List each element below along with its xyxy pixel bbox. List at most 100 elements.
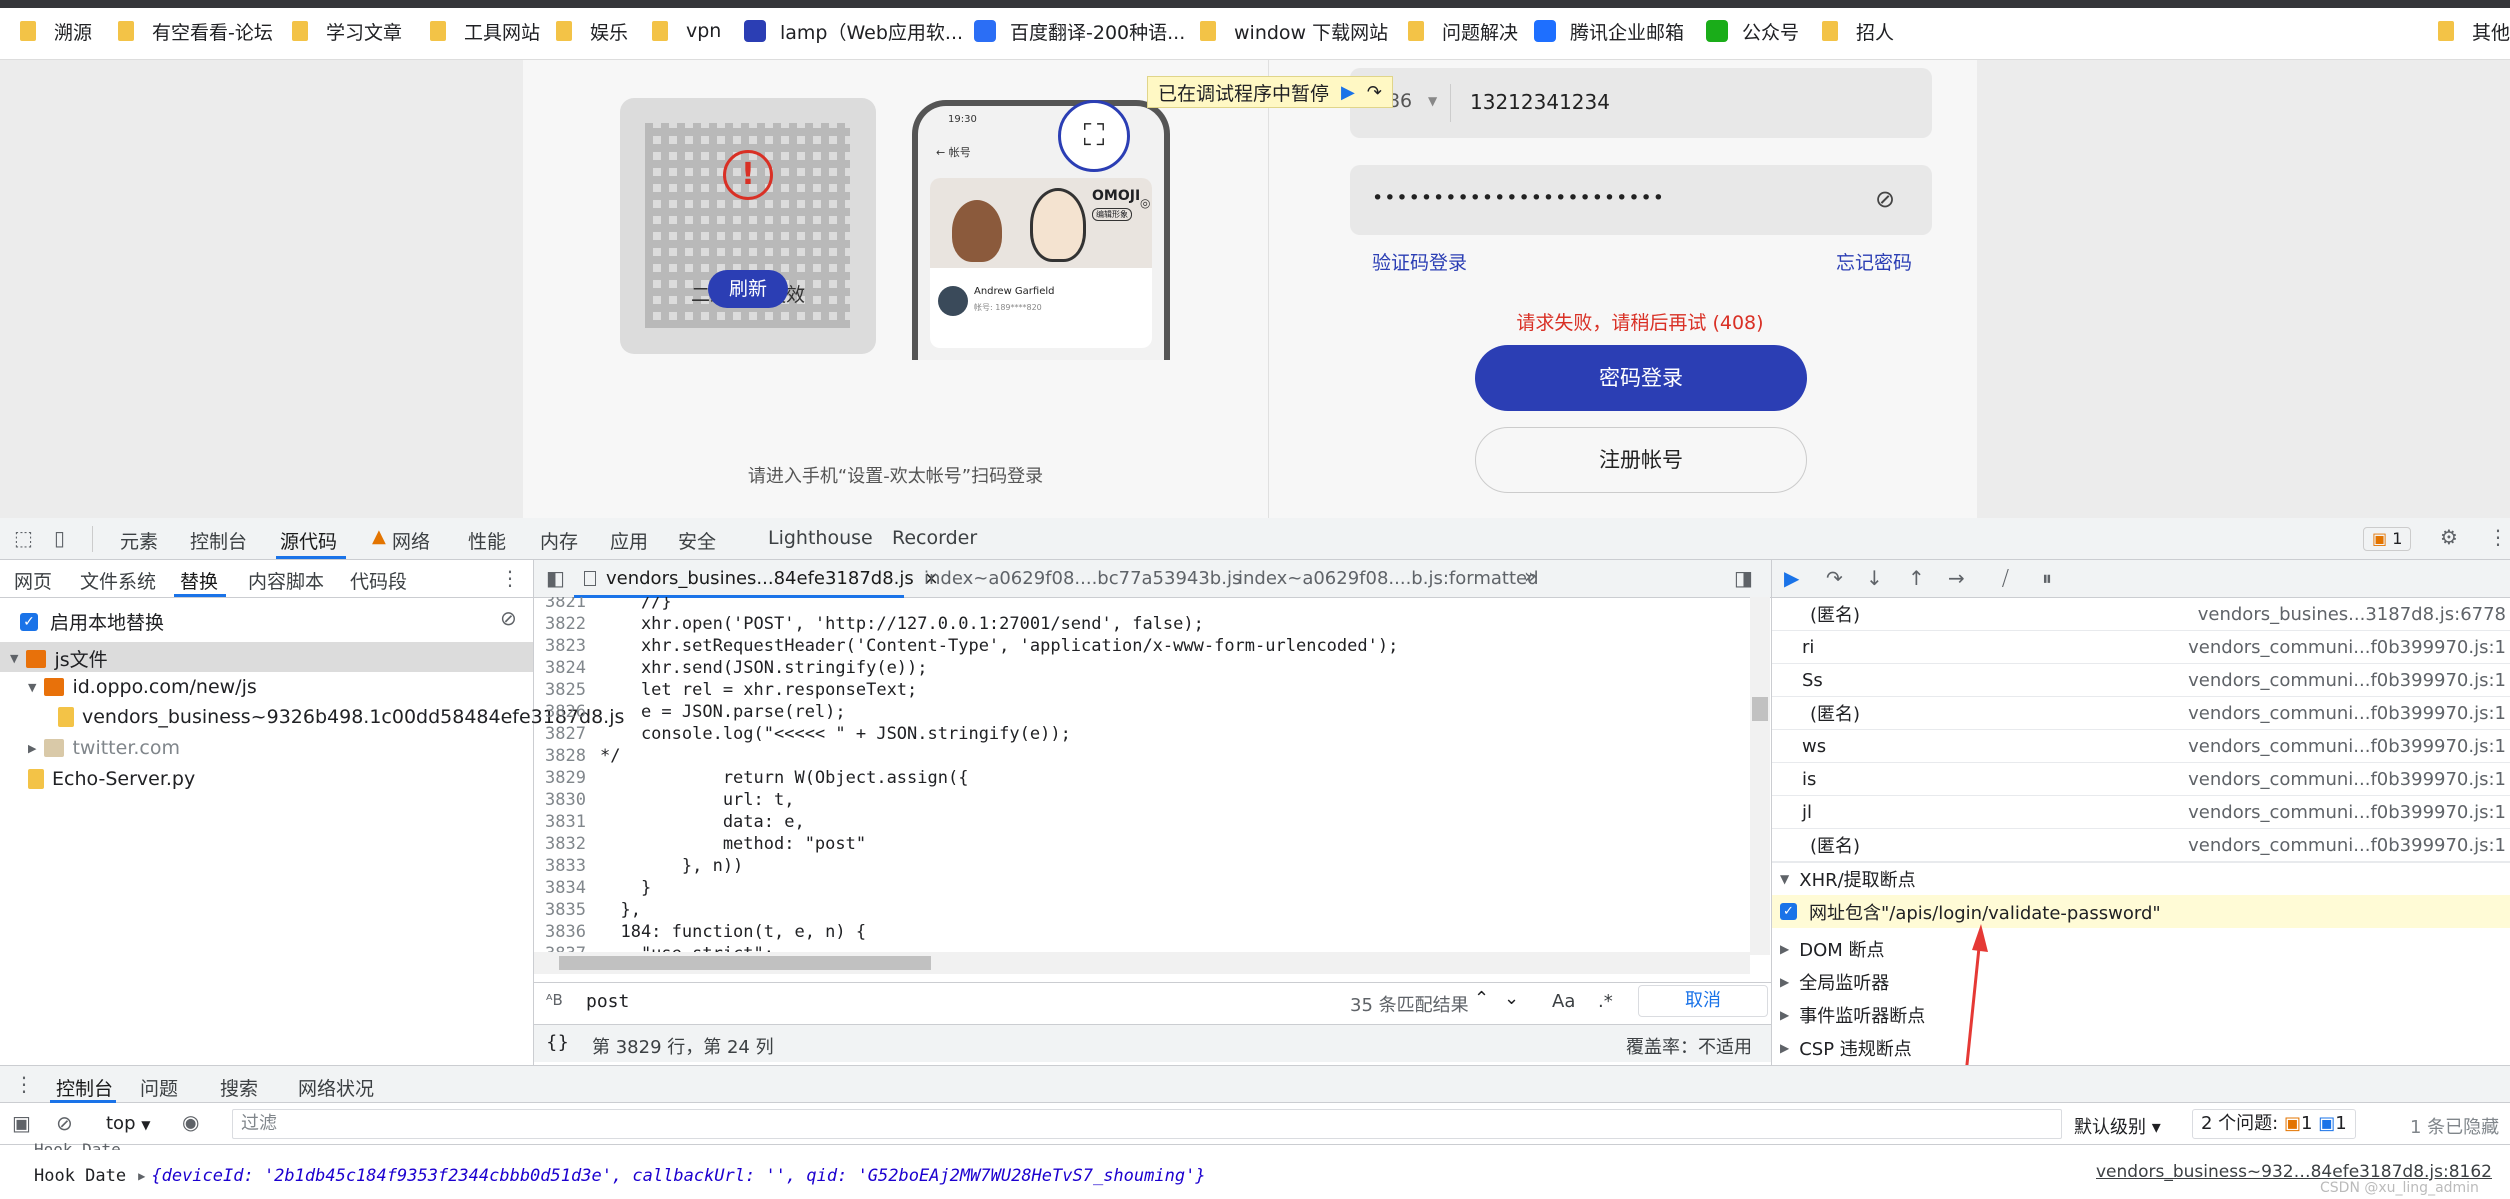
chevron-down-icon[interactable]: ⌄ bbox=[1504, 988, 1519, 1009]
navigator-tab-0[interactable]: 网页 bbox=[14, 567, 52, 594]
call-frame[interactable]: ri vendors_communi...f0b399970.js:1 bbox=[1772, 631, 2510, 664]
drawer-tab-2[interactable]: 搜索 bbox=[220, 1074, 258, 1101]
device-toggle-icon[interactable]: ▯ bbox=[54, 528, 65, 548]
scrollbar-thumb[interactable] bbox=[1752, 697, 1768, 721]
deactivate-breakpoints-icon[interactable]: ⧸ bbox=[2002, 568, 2009, 588]
bookmark-item[interactable]: lamp（Web应用软... bbox=[744, 17, 963, 45]
vertical-scrollbar[interactable] bbox=[1750, 597, 1770, 955]
step-into-icon[interactable]: ↓ bbox=[1866, 568, 1883, 588]
tab-5[interactable]: 内存 bbox=[540, 527, 578, 554]
bookmark-item[interactable]: 百度翻译-200种语... bbox=[974, 17, 1185, 45]
checkbox-checked[interactable]: ✓ bbox=[20, 612, 38, 631]
scrollbar-thumb[interactable] bbox=[559, 956, 931, 970]
tree-item[interactable]: ▼ js文件 bbox=[10, 645, 108, 672]
bookmark-item[interactable]: 公众号 bbox=[1706, 17, 1799, 45]
toggle-navigator-icon[interactable]: ◧ bbox=[546, 568, 565, 588]
bookmark-item[interactable]: 腾讯企业邮箱 bbox=[1534, 17, 1684, 45]
tab-7[interactable]: 安全 bbox=[678, 527, 716, 554]
inspect-icon[interactable]: ⬚ bbox=[14, 528, 33, 548]
enable-override-row[interactable]: ✓ 启用本地替换 bbox=[20, 608, 164, 635]
drawer-tab-0[interactable]: 控制台 bbox=[56, 1074, 113, 1101]
toggle-debugger-icon[interactable]: ◨ bbox=[1734, 568, 1753, 588]
bookmark-item[interactable]: window 下载网站 bbox=[1200, 17, 1388, 45]
more-tabs-icon[interactable]: » bbox=[1524, 566, 1536, 586]
navigator-tab-2[interactable]: 替换 bbox=[180, 567, 218, 594]
tree-item[interactable]: Echo-Server.py bbox=[28, 768, 195, 790]
eye-icon[interactable]: ◉ bbox=[182, 1112, 199, 1132]
navigator-tab-1[interactable]: 文件系统 bbox=[80, 567, 156, 594]
bookmark-item[interactable]: 招人 bbox=[1822, 17, 1894, 45]
code-editor[interactable]: 3821 //} 3822 xhr.open('POST', 'http://12… bbox=[534, 597, 1752, 952]
tree-item[interactable]: ▼ id.oppo.com/new/js bbox=[28, 676, 257, 698]
step-over-icon[interactable]: ↷ bbox=[1367, 82, 1382, 103]
more-vertical-icon[interactable]: ⋮ bbox=[500, 568, 520, 588]
call-frame[interactable]: ws vendors_communi...f0b399970.js:1 bbox=[1772, 730, 2510, 763]
xhr-breakpoint-row[interactable]: ✓ 网址包含"/apis/login/validate-password" bbox=[1772, 895, 2510, 928]
file-tab-1[interactable]: index~a0629f08....bc77a53943b.js bbox=[924, 568, 1241, 589]
bookmark-item[interactable]: 问题解决 bbox=[1408, 17, 1518, 45]
bookmark-item[interactable]: 学习文章 bbox=[292, 17, 402, 45]
console-filter-input[interactable]: 过滤 bbox=[232, 1109, 2062, 1139]
step-icon[interactable]: → bbox=[1948, 568, 1965, 588]
call-frame[interactable]: (匿名) vendors_communi...f0b399970.js:1 bbox=[1772, 829, 2510, 862]
horizontal-scrollbar[interactable] bbox=[534, 952, 1750, 974]
clear-icon[interactable]: ⊘ bbox=[500, 608, 517, 628]
breakpoint-section-1[interactable]: ▶ 全局监听器 bbox=[1772, 965, 2510, 998]
breakpoint-section-0[interactable]: ▶ DOM 断点 bbox=[1772, 932, 2510, 965]
call-frame[interactable]: (匿名) vendors_busines...3187d8.js:6778 bbox=[1772, 598, 2510, 631]
password-login-button[interactable]: 密码登录 bbox=[1475, 345, 1807, 411]
sidebar-toggle-icon[interactable]: ▣ bbox=[12, 1113, 31, 1133]
register-button[interactable]: 注册帐号 bbox=[1475, 427, 1807, 493]
clear-console-icon[interactable]: ⊘ bbox=[56, 1113, 73, 1133]
navigator-tab-4[interactable]: 代码段 bbox=[350, 567, 407, 594]
pause-exceptions-icon[interactable]: ⏸ bbox=[2042, 568, 2052, 588]
more-vertical-icon[interactable]: ⋮ bbox=[2488, 527, 2508, 547]
call-frame[interactable]: (匿名) vendors_communi...f0b399970.js:1 bbox=[1772, 697, 2510, 730]
xhr-breakpoints-header[interactable]: ▼ XHR/提取断点 bbox=[1772, 862, 2510, 895]
bookmark-item[interactable]: 有空看看-论坛 bbox=[118, 17, 273, 45]
forgot-password-link[interactable]: 忘记密码 bbox=[1836, 248, 1912, 275]
bookmark-item[interactable]: vpn bbox=[652, 17, 721, 45]
eye-off-icon[interactable]: ⊘ bbox=[1875, 185, 1895, 213]
chevron-up-icon[interactable]: ⌃ bbox=[1474, 988, 1489, 1009]
bookmark-item[interactable]: 工具网站 bbox=[430, 17, 540, 45]
file-tab-0[interactable]: vendors_busines...84efe3187d8.js × bbox=[584, 568, 939, 589]
qr-refresh-button[interactable]: 刷新 bbox=[708, 270, 788, 308]
tab-0[interactable]: 元素 bbox=[120, 527, 158, 554]
collapsed-icon[interactable]: ▶ bbox=[28, 742, 36, 755]
log-object[interactable]: {deviceId: '2b1db45c184f9353f2344cbbb0d5… bbox=[151, 1166, 1205, 1186]
bookmark-item[interactable]: 其他 bbox=[2438, 17, 2510, 45]
tab-6[interactable]: 应用 bbox=[610, 527, 648, 554]
bookmark-item[interactable]: 娱乐 bbox=[556, 17, 628, 45]
tab-3[interactable]: 网络 bbox=[392, 527, 430, 554]
step-over-icon[interactable]: ↷ bbox=[1826, 568, 1843, 588]
tab-4[interactable]: 性能 bbox=[468, 527, 506, 554]
cancel-button[interactable]: 取消 bbox=[1638, 985, 1768, 1017]
bookmark-item[interactable]: 溯源 bbox=[20, 17, 92, 45]
sms-login-link[interactable]: 验证码登录 bbox=[1372, 248, 1467, 275]
expanded-icon[interactable]: ▼ bbox=[28, 681, 36, 694]
more-vertical-icon[interactable]: ⋮ bbox=[14, 1074, 34, 1094]
call-frame[interactable]: Ss vendors_communi...f0b399970.js:1 bbox=[1772, 664, 2510, 697]
step-out-icon[interactable]: ↑ bbox=[1908, 568, 1925, 588]
breakpoint-section-2[interactable]: ▶ 事件监听器断点 bbox=[1772, 998, 2510, 1031]
issues-button[interactable]: 2 个问题: ▣1 ▣1 bbox=[2192, 1109, 2356, 1139]
password-input[interactable]: •••••••••••••••••••••••• ⊘ bbox=[1350, 165, 1932, 235]
pretty-print-icon[interactable]: {} bbox=[546, 1032, 569, 1053]
context-select[interactable]: top ▼ bbox=[106, 1113, 150, 1134]
file-tab-2[interactable]: index~a0629f08....b.js:formatted bbox=[1238, 568, 1539, 589]
match-case-button[interactable]: Aa bbox=[1552, 991, 1575, 1012]
log-level-select[interactable]: 默认级别 ▾ bbox=[2074, 1113, 2161, 1139]
regex-button[interactable]: .* bbox=[1598, 991, 1613, 1012]
log-source-link[interactable]: vendors_business~932…84efe3187d8.js:8162 bbox=[2096, 1162, 2492, 1182]
call-frame[interactable]: jl vendors_communi...f0b399970.js:1 bbox=[1772, 796, 2510, 829]
tab-9[interactable]: Recorder bbox=[892, 527, 977, 549]
drawer-tab-1[interactable]: 问题 bbox=[140, 1074, 178, 1101]
tab-2[interactable]: 源代码 bbox=[280, 527, 337, 554]
replace-toggle-icon[interactable]: ᴬB bbox=[546, 991, 563, 1009]
issues-badge[interactable]: ▣ 1 bbox=[2363, 527, 2412, 551]
breakpoint-section-3[interactable]: ▶ CSP 违规断点 bbox=[1772, 1031, 2510, 1064]
call-frame[interactable]: is vendors_communi...f0b399970.js:1 bbox=[1772, 763, 2510, 796]
resume-icon[interactable]: ▶ bbox=[1341, 82, 1355, 103]
tab-8[interactable]: Lighthouse bbox=[768, 527, 873, 549]
